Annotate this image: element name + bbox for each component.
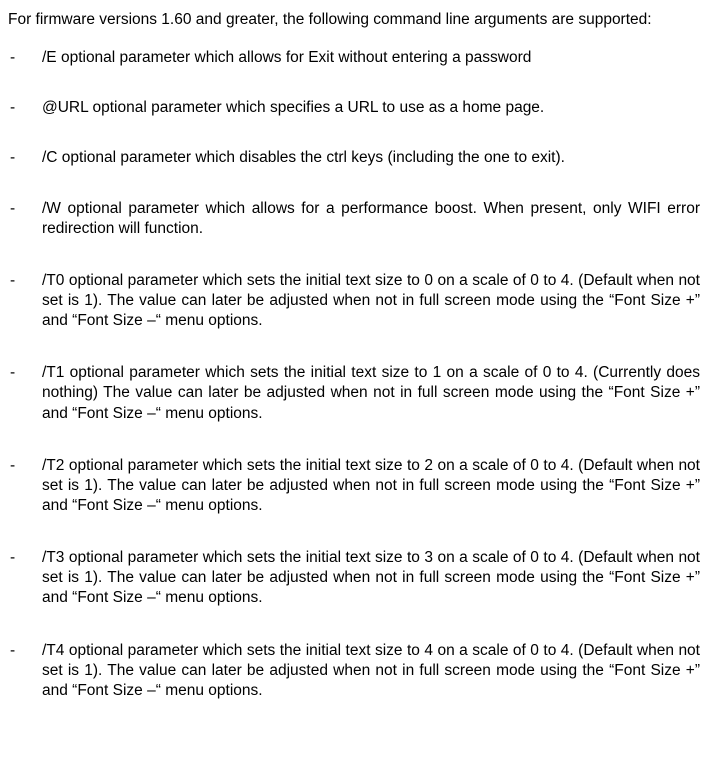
item-text: /T1 optional parameter which sets the in… <box>42 363 700 423</box>
bullet: - <box>8 363 42 423</box>
list-item: - /T4 optional parameter which sets the … <box>8 641 700 701</box>
item-text: /T0 optional parameter which sets the in… <box>42 271 700 331</box>
item-text: /T4 optional parameter which sets the in… <box>42 641 700 701</box>
list-item: - @URL optional parameter which specifie… <box>8 98 700 118</box>
list-item: - /E optional parameter which allows for… <box>8 48 700 68</box>
item-text: /T3 optional parameter which sets the in… <box>42 548 700 608</box>
item-text: /T2 optional parameter which sets the in… <box>42 456 700 516</box>
bullet: - <box>8 271 42 331</box>
list-item: - /T2 optional parameter which sets the … <box>8 456 700 516</box>
intro-paragraph: For firmware versions 1.60 and greater, … <box>8 10 700 30</box>
item-text: /C optional parameter which disables the… <box>42 148 700 168</box>
bullet: - <box>8 548 42 608</box>
item-text: /E optional parameter which allows for E… <box>42 48 700 68</box>
list-item: - /W optional parameter which allows for… <box>8 199 700 239</box>
bullet: - <box>8 641 42 701</box>
bullet: - <box>8 98 42 118</box>
list-item: - /T1 optional parameter which sets the … <box>8 363 700 423</box>
bullet: - <box>8 148 42 168</box>
list-item: - /T3 optional parameter which sets the … <box>8 548 700 608</box>
argument-list: - /E optional parameter which allows for… <box>8 48 700 701</box>
list-item: - /T0 optional parameter which sets the … <box>8 271 700 331</box>
item-text: /W optional parameter which allows for a… <box>42 199 700 239</box>
item-text: @URL optional parameter which specifies … <box>42 98 700 118</box>
bullet: - <box>8 48 42 68</box>
list-item: - /C optional parameter which disables t… <box>8 148 700 168</box>
bullet: - <box>8 199 42 239</box>
bullet: - <box>8 456 42 516</box>
